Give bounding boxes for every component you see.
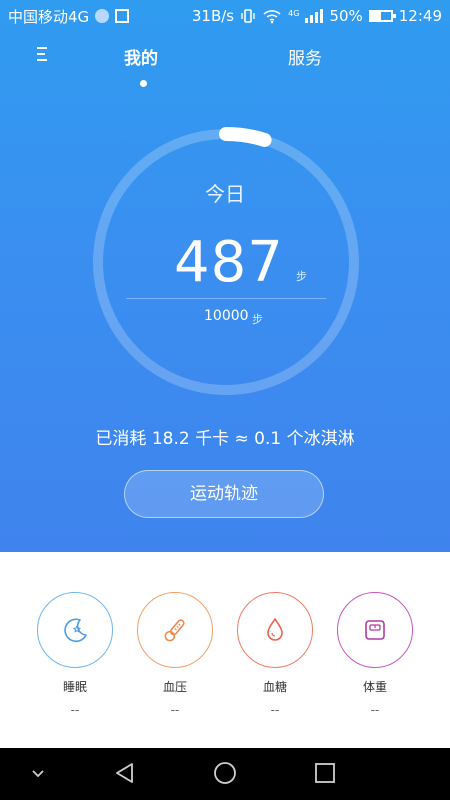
step-unit: 步 bbox=[296, 270, 307, 283]
metric-blood-sugar-circle bbox=[237, 592, 313, 668]
back-icon[interactable] bbox=[112, 760, 138, 786]
battery-percent: 50% bbox=[329, 7, 363, 25]
metric-sleep-value: -- bbox=[70, 703, 80, 717]
metric-weight-value: -- bbox=[370, 703, 380, 717]
carrier-label: 中国移动4G bbox=[8, 7, 90, 26]
metric-blood-sugar[interactable]: 血糖 -- bbox=[237, 592, 313, 717]
goal-unit: 步 bbox=[252, 313, 263, 326]
metric-weight-circle bbox=[337, 592, 413, 668]
step-hero-panel: 中国移动4G 31B/s 4G 50% 12:49 我的 服务 今日 487 步… bbox=[0, 0, 450, 552]
metric-sleep[interactable]: 睡眠 -- bbox=[37, 592, 113, 717]
metric-weight-label: 体重 bbox=[362, 680, 387, 694]
workout-track-button[interactable]: 运动轨迹 bbox=[124, 470, 324, 518]
active-tab-indicator bbox=[140, 80, 147, 87]
ring-divider bbox=[126, 298, 326, 299]
metric-blood-pressure-value: -- bbox=[170, 703, 180, 717]
metric-blood-sugar-value: -- bbox=[270, 703, 280, 717]
menu-icon[interactable] bbox=[34, 44, 54, 64]
calorie-summary: 已消耗 18.2 千卡 ≈ 0.1 个冰淇淋 bbox=[95, 429, 355, 449]
system-navigation-bar bbox=[0, 748, 450, 800]
metric-weight[interactable]: 体重 -- bbox=[337, 592, 413, 717]
ring-progress-arc bbox=[219, 127, 272, 147]
battery-icon bbox=[368, 10, 396, 22]
home-icon[interactable] bbox=[212, 760, 238, 786]
chevron-down-icon[interactable] bbox=[30, 766, 46, 782]
metric-sleep-label: 睡眠 bbox=[62, 680, 87, 694]
metric-blood-sugar-label: 血糖 bbox=[262, 680, 287, 694]
moon-icon bbox=[64, 618, 87, 643]
blood-drop-icon bbox=[267, 618, 283, 641]
status-bar: 中国移动4G 31B/s 4G 50% 12:49 bbox=[0, 0, 450, 32]
recent-apps-icon[interactable] bbox=[312, 760, 338, 786]
tab-mine[interactable]: 我的 bbox=[124, 44, 158, 69]
today-label: 今日 bbox=[205, 182, 245, 206]
clock: 12:49 bbox=[398, 7, 442, 25]
image-notification-icon bbox=[115, 9, 130, 23]
step-goal: 10000 bbox=[204, 308, 249, 324]
metric-blood-pressure[interactable]: 血压 -- bbox=[137, 592, 213, 717]
vibrate-icon bbox=[241, 9, 255, 23]
metric-blood-pressure-circle bbox=[137, 592, 213, 668]
metric-blood-pressure-label: 血压 bbox=[162, 680, 187, 694]
wifi-icon bbox=[263, 10, 281, 24]
scale-icon bbox=[365, 620, 385, 640]
thermometer-icon bbox=[164, 619, 185, 642]
app-notification-icon bbox=[95, 9, 110, 23]
step-count: 487 bbox=[174, 230, 284, 295]
signal-icon bbox=[305, 9, 324, 23]
tab-service[interactable]: 服务 bbox=[288, 44, 322, 69]
net-type: 4G bbox=[288, 9, 300, 18]
net-speed: 31B/s bbox=[191, 7, 235, 25]
metric-sleep-circle bbox=[37, 592, 113, 668]
